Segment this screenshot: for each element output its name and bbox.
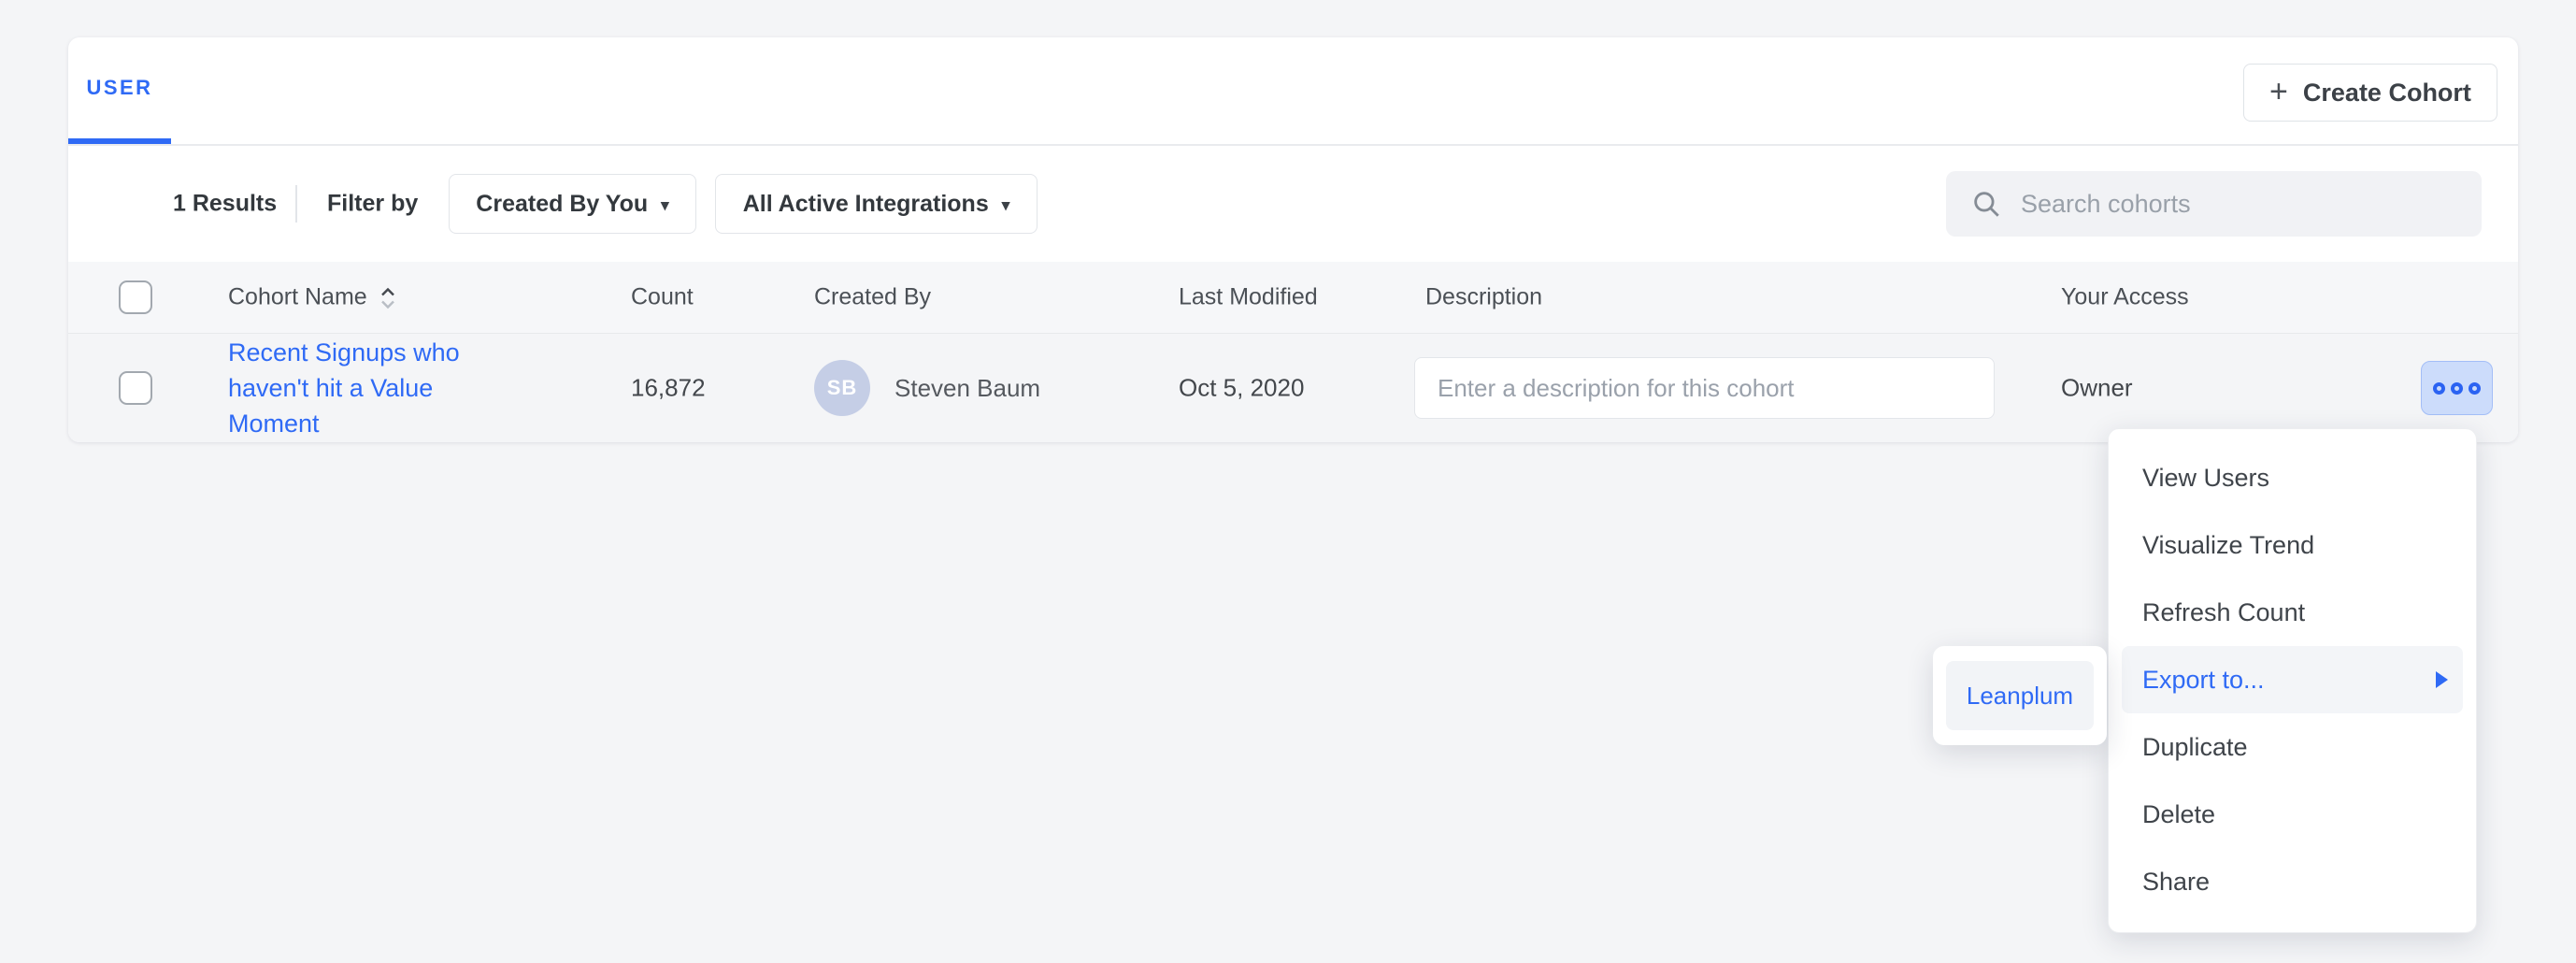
submenu-item-leanplum[interactable]: Leanplum (1946, 661, 2094, 730)
menu-item-visualize-trend[interactable]: Visualize Trend (2122, 511, 2463, 579)
created-by-name: Steven Baum (894, 374, 1040, 403)
column-header-cohort-name[interactable]: Cohort Name (228, 284, 397, 311)
description-input[interactable] (1414, 357, 1995, 419)
row-context-menu: View Users Visualize Trend Refresh Count… (2108, 428, 2477, 933)
select-all-checkbox[interactable] (119, 280, 152, 314)
column-header-last-modified: Last Modified (1179, 284, 1318, 311)
created-by-dropdown-label: Created By You (476, 191, 648, 218)
menu-item-share[interactable]: Share (2122, 848, 2463, 915)
caret-down-icon: ▾ (661, 196, 669, 215)
column-header-count: Count (631, 284, 694, 311)
table-header: Cohort Name Count Created By Last Modifi… (68, 262, 2518, 334)
menu-item-refresh-count[interactable]: Refresh Count (2122, 579, 2463, 646)
integrations-dropdown-label: All Active Integrations (743, 191, 989, 218)
integrations-dropdown[interactable]: All Active Integrations ▾ (715, 174, 1038, 234)
vertical-divider (295, 185, 297, 223)
export-submenu: Leanplum (1933, 646, 2107, 745)
row-actions-button[interactable] (2421, 361, 2493, 415)
last-modified-date: Oct 5, 2020 (1179, 374, 1304, 403)
caret-down-icon: ▾ (1002, 196, 1010, 215)
search-box (1946, 171, 2482, 237)
filter-by-label: Filter by (327, 191, 418, 218)
menu-item-view-users[interactable]: View Users (2122, 444, 2463, 511)
cohort-name-link[interactable]: Recent Signups who haven't hit a Value M… (228, 335, 482, 441)
sort-icon[interactable] (379, 288, 397, 309)
tab-bar: USER + Create Cohort (68, 37, 2518, 146)
created-by-dropdown[interactable]: Created By You ▾ (449, 174, 696, 234)
avatar: SB (814, 360, 870, 416)
ellipsis-icon (2433, 382, 2445, 395)
create-cohort-button[interactable]: + Create Cohort (2243, 64, 2497, 122)
column-header-created-by: Created By (814, 284, 931, 311)
column-header-description: Description (1425, 284, 1542, 311)
row-checkbox[interactable] (119, 371, 152, 405)
search-input[interactable] (2002, 171, 2482, 237)
created-by-cell: SB Steven Baum (814, 360, 1040, 416)
plus-icon: + (2269, 76, 2288, 108)
column-header-your-access: Your Access (2061, 284, 2189, 311)
tab-user[interactable]: USER (68, 37, 171, 144)
access-value: Owner (2061, 374, 2133, 403)
submenu-arrow-icon (2436, 671, 2448, 688)
menu-item-delete[interactable]: Delete (2122, 781, 2463, 848)
cohorts-panel: USER + Create Cohort 1 Results Filter by… (68, 37, 2518, 442)
table-row: Recent Signups who haven't hit a Value M… (68, 334, 2518, 442)
cohorts-page: USER + Create Cohort 1 Results Filter by… (0, 0, 2576, 963)
cohort-count: 16,872 (631, 374, 706, 403)
search-icon (1970, 188, 2002, 220)
menu-item-export-to[interactable]: Export to... (2122, 646, 2463, 713)
tab-user-label: USER (86, 76, 152, 100)
ellipsis-icon (2451, 382, 2463, 395)
menu-item-duplicate[interactable]: Duplicate (2122, 713, 2463, 781)
create-cohort-label: Create Cohort (2303, 79, 2471, 108)
results-count: 1 Results (173, 191, 277, 218)
ellipsis-icon (2469, 382, 2481, 395)
filter-bar: 1 Results Filter by Created By You ▾ All… (68, 146, 2518, 262)
menu-item-export-to-label: Export to... (2142, 666, 2265, 695)
